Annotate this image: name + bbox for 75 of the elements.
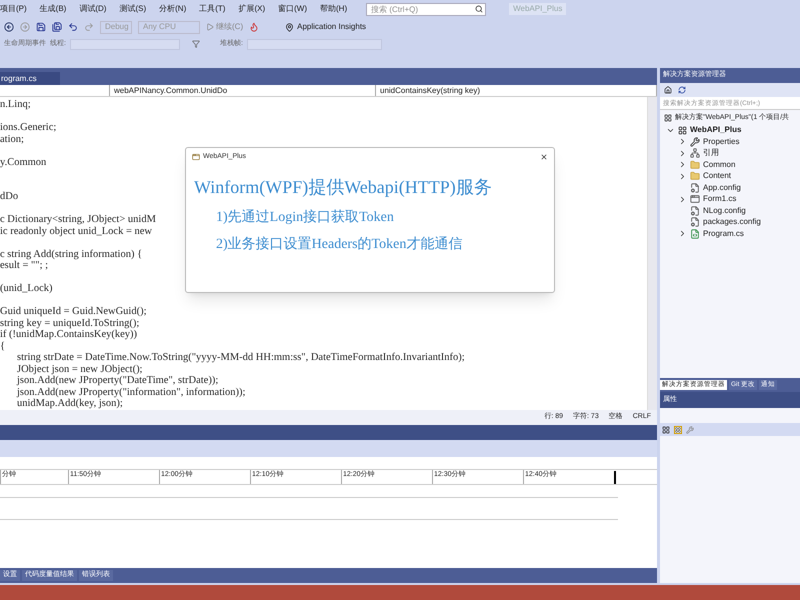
project-icon <box>678 126 687 134</box>
code-line: json.Add(new JProperty("information", information)); <box>17 386 246 398</box>
tree-item[interactable]: App.config <box>703 182 741 194</box>
menu-item[interactable]: 项目(P) <box>0 3 27 15</box>
file-icon <box>690 217 700 228</box>
filter-icon[interactable] <box>192 40 200 48</box>
form-icon <box>690 194 700 204</box>
back-icon[interactable] <box>4 22 14 32</box>
menu-item[interactable]: 工具(T) <box>199 3 226 15</box>
code-line: n.Linq; <box>0 99 31 110</box>
code-line: unidMap.Add(key, json); <box>17 398 123 409</box>
code-line: c Dictionary<string, JObject> unidM <box>0 214 156 225</box>
code-line: esult = ""; ; <box>0 260 48 271</box>
menu-item[interactable]: 测试(S) <box>119 3 146 15</box>
code-line: dDo <box>0 191 18 202</box>
code-line: ions.Generic; <box>0 122 56 133</box>
time-marker <box>614 470 616 484</box>
scrollbar[interactable] <box>647 97 657 410</box>
insights-button[interactable]: Application Insights <box>285 21 366 33</box>
grid-icon[interactable] <box>662 426 670 434</box>
tree-item[interactable]: Content <box>703 170 732 182</box>
wrench-icon <box>690 136 700 147</box>
tree-item[interactable]: Common <box>703 158 736 171</box>
code-line: string key = uniqueId.ToString(); <box>0 318 140 328</box>
refresh-icon[interactable] <box>678 86 686 94</box>
folder-icon <box>690 171 700 182</box>
menu-item[interactable]: 帮助(H) <box>320 3 348 15</box>
tree-item[interactable]: Program.cs <box>703 228 744 240</box>
play-icon <box>206 23 214 31</box>
menu-item[interactable]: 窗口(W) <box>278 3 308 15</box>
tree-item[interactable]: WebAPI_Plus <box>690 124 742 136</box>
code-line: ic readonly object unid_Lock = new <box>0 226 152 236</box>
network-icon <box>690 148 700 158</box>
code-line: json.Add(new JProperty("DateTime", strDate)); <box>17 375 218 386</box>
code-line: c string Add(string information) { <box>0 248 142 260</box>
solution-icon <box>664 114 672 122</box>
code-line: if (!unidMap.ContainsKey(key)) <box>0 329 138 340</box>
menu-item[interactable]: 分析(N) <box>159 3 186 15</box>
menu-item[interactable]: 扩展(X) <box>238 3 266 15</box>
tree-item[interactable]: Form1.cs <box>703 193 736 206</box>
tree-item[interactable]: NLog.config <box>703 204 746 217</box>
pin-icon <box>285 22 294 32</box>
editor-tab[interactable]: rogram.cs <box>0 72 60 85</box>
home-icon[interactable] <box>664 86 672 94</box>
save-icon[interactable] <box>36 22 46 32</box>
code-file-icon <box>690 228 700 239</box>
folder-icon <box>690 160 700 170</box>
code-line: (unid_Lock) <box>0 283 52 294</box>
search-field[interactable]: 搜索 (Ctrl+Q) <box>366 2 486 16</box>
tree-item[interactable]: packages.config <box>703 216 761 228</box>
tree-item[interactable]: 引用 <box>703 147 719 160</box>
code-line: JObject json = new JObject(); <box>17 364 142 374</box>
file-icon <box>690 206 700 216</box>
code-line: y.Common <box>0 156 46 168</box>
undo-icon[interactable] <box>68 22 78 32</box>
menu-item[interactable]: 生成(B) <box>40 3 66 15</box>
wrench-icon[interactable] <box>686 426 694 434</box>
save-all-icon[interactable] <box>52 22 62 32</box>
code-line: ation; <box>0 134 24 144</box>
code-line: Guid uniqueId = Guid.NewGuid(); <box>0 306 146 317</box>
tree-item[interactable]: Properties <box>703 136 740 148</box>
nav-dropdown[interactable]: unidContainsKey(string key) <box>376 85 657 96</box>
dialog-text: 1)先通过Login接口获取Token <box>215 208 395 227</box>
dialog-text: 2)业务接口设置Headers的Token才能通信 <box>215 235 464 254</box>
code-line: { <box>0 340 6 352</box>
code-line: string strDate = DateTime.Now.ToString("yyyy-MM-dd HH:mm:ss", DateTimeFormatInfo.InvariantInfo); <box>17 352 465 363</box>
file-icon <box>690 182 700 193</box>
window-title: WebAPI_Plus <box>509 3 566 15</box>
app-icon <box>192 153 200 161</box>
nav-dropdown[interactable]: webAPINancy.Common.UnidDo <box>110 85 376 96</box>
flame-icon[interactable] <box>249 22 260 32</box>
close-icon[interactable] <box>540 153 548 161</box>
search-icon <box>475 5 484 13</box>
dialog-heading: Winform(WPF)提供Webapi(HTTP)服务 <box>193 176 493 199</box>
menu-item[interactable]: 调试(D) <box>79 3 106 15</box>
